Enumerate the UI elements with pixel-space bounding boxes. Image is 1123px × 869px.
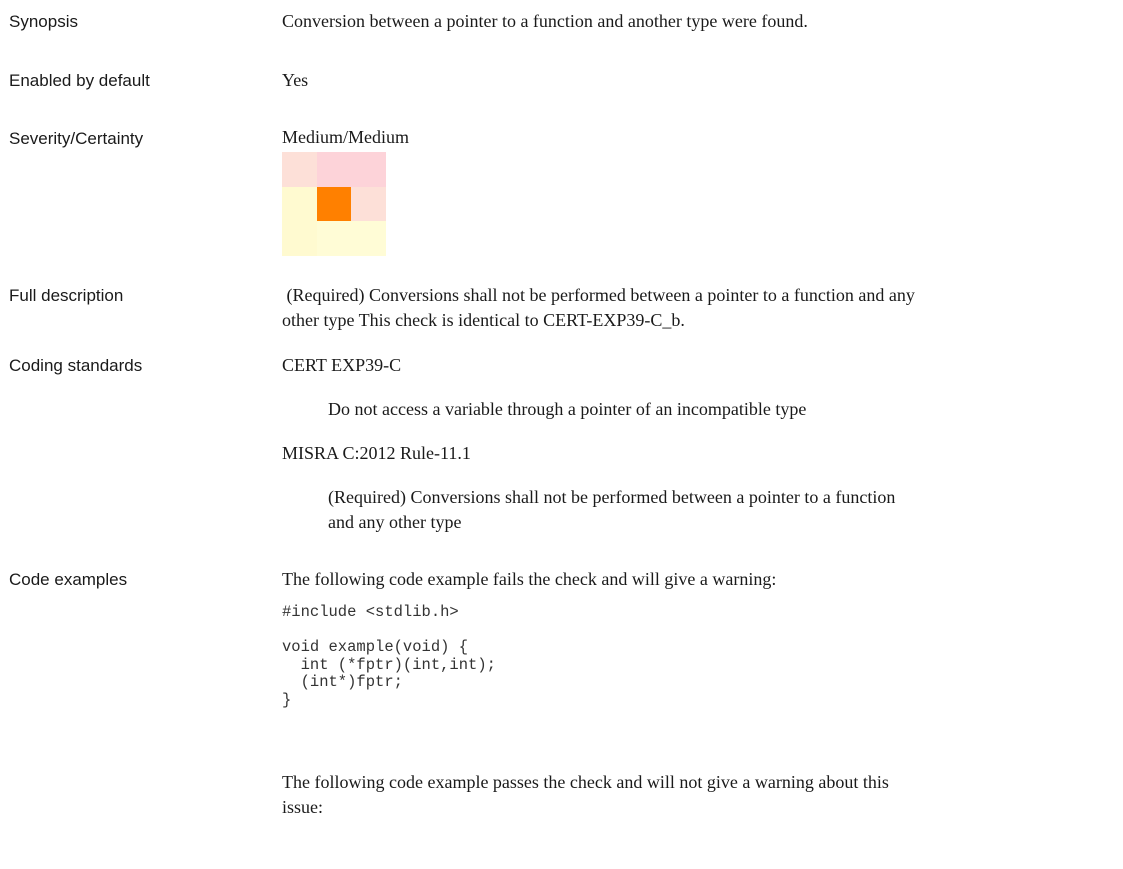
matrix-cell (351, 152, 386, 187)
matrix-cell (282, 152, 317, 187)
pass-example-intro: The following code example passes the ch… (282, 772, 889, 792)
standard-description: and any other type (328, 512, 462, 532)
matrix-cell (351, 221, 386, 256)
severity-value: Medium/Medium (282, 127, 409, 147)
full-description-label: Full description (9, 286, 124, 305)
standard-description: (Required) Conversions shall not be perf… (328, 487, 896, 507)
severity-label: Severity/Certainty (9, 129, 144, 148)
pass-example-intro: issue: (282, 797, 324, 817)
standard-description: Do not access a variable through a point… (328, 399, 807, 419)
enabled-label: Enabled by default (9, 71, 150, 90)
synopsis-text: Conversion between a pointer to a functi… (282, 11, 808, 31)
matrix-cell (316, 221, 352, 256)
full-description-line: (Required) Conversions shall not be perf… (282, 285, 915, 305)
code-examples-label: Code examples (9, 570, 128, 589)
matrix-cell (282, 186, 317, 222)
matrix-cell (351, 186, 386, 222)
fail-code-block: #include <stdlib.h> void example(void) {… (282, 603, 496, 709)
matrix-cell-active (316, 186, 352, 222)
standard-name: CERT EXP39-C (282, 355, 402, 375)
matrix-cell (282, 221, 317, 256)
enabled-value: Yes (282, 70, 309, 90)
matrix-cell (316, 152, 352, 187)
full-description-line: other type This check is identical to CE… (282, 310, 685, 330)
fail-example-intro: The following code example fails the che… (282, 569, 777, 589)
synopsis-label: Synopsis (9, 12, 78, 31)
severity-certainty-matrix (282, 152, 386, 256)
coding-standards-label: Coding standards (9, 356, 143, 375)
standard-name: MISRA C:2012 Rule-11.1 (282, 443, 471, 463)
